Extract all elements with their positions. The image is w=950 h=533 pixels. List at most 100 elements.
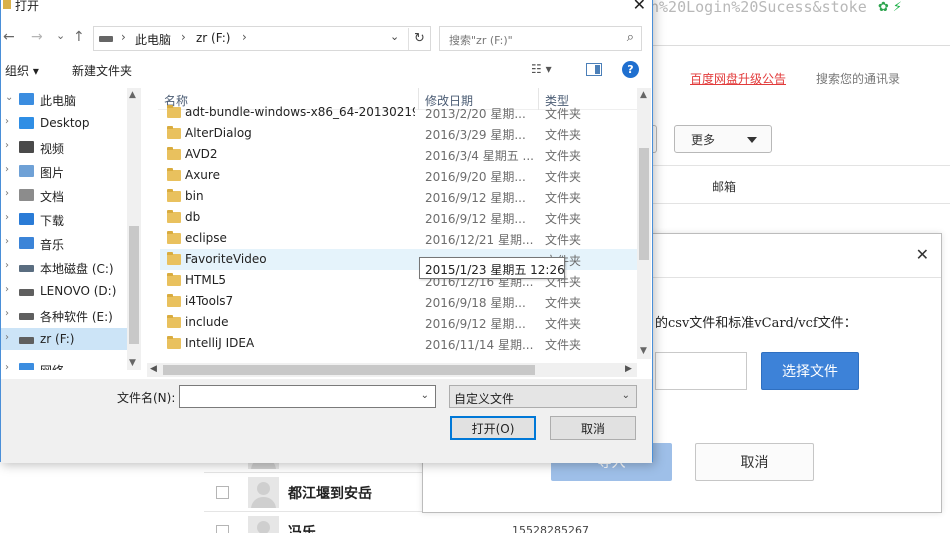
address-bar[interactable]: › 此电脑 › zr (F:) › ⌄ ↻ bbox=[93, 26, 431, 51]
expand-chevron-icon[interactable]: › bbox=[5, 164, 9, 175]
expand-chevron-icon[interactable]: › bbox=[5, 284, 9, 295]
scrollbar-thumb[interactable] bbox=[163, 365, 535, 375]
scroll-up-icon[interactable]: ▲ bbox=[129, 90, 136, 100]
expand-chevron-icon[interactable]: › bbox=[5, 236, 9, 247]
sidebar-item-drive-d[interactable]: › LENOVO (D:) bbox=[1, 280, 127, 302]
scroll-down-icon[interactable]: ▼ bbox=[129, 358, 136, 368]
dialog-titlebar[interactable]: 打开 ✕ bbox=[1, 0, 652, 15]
list-item[interactable]: IntelliJ IDEA 2016/11/14 星期... 文件夹 bbox=[160, 333, 638, 354]
sidebar-item-downloads[interactable]: › 下载 bbox=[1, 208, 127, 230]
scroll-left-icon[interactable]: ◀ bbox=[150, 364, 157, 374]
back-arrow-icon[interactable]: ← bbox=[3, 29, 15, 45]
expand-chevron-icon[interactable]: › bbox=[5, 362, 9, 370]
select-file-button[interactable]: 选择文件 bbox=[761, 352, 859, 390]
list-item[interactable]: AlterDialog 2016/3/29 星期... 文件夹 bbox=[160, 123, 638, 144]
breadcrumb-separator[interactable]: › bbox=[181, 30, 186, 44]
expand-chevron-icon[interactable]: › bbox=[5, 188, 9, 199]
scroll-up-icon[interactable]: ▲ bbox=[640, 90, 647, 100]
sidebar-item-this-pc[interactable]: ⌄ 此电脑 bbox=[1, 88, 127, 110]
scroll-right-icon[interactable]: ▶ bbox=[625, 364, 632, 374]
expand-chevron-icon[interactable]: › bbox=[5, 260, 9, 271]
breadcrumb-drive[interactable]: zr (F:) bbox=[196, 31, 230, 45]
file-list-vertical-scrollbar[interactable]: ▲ ▼ bbox=[637, 88, 651, 359]
list-item[interactable]: AVD2 2016/3/4 星期五 ... 文件夹 bbox=[160, 144, 638, 165]
file-type: 文件夹 bbox=[545, 107, 582, 121]
list-item[interactable]: db 2016/9/12 星期... 文件夹 bbox=[160, 207, 638, 228]
folder-icon bbox=[167, 147, 181, 160]
forward-arrow-icon[interactable]: → bbox=[31, 29, 43, 45]
expand-chevron-icon[interactable]: › bbox=[5, 308, 9, 319]
sidebar-item-desktop[interactable]: › Desktop bbox=[1, 112, 127, 134]
row-checkbox[interactable] bbox=[216, 525, 229, 533]
open-button[interactable]: 打开(O) bbox=[450, 416, 536, 440]
sidebar-item-pictures[interactable]: › 图片 bbox=[1, 160, 127, 182]
expand-chevron-icon[interactable]: › bbox=[5, 212, 9, 223]
file-type: 文件夹 bbox=[545, 317, 582, 331]
cancel-button[interactable]: 取消 bbox=[550, 416, 636, 440]
view-options-icon[interactable]: ☷ ▾ bbox=[531, 62, 552, 76]
breadcrumb-separator[interactable]: › bbox=[121, 30, 126, 44]
expand-chevron-icon[interactable]: › bbox=[5, 140, 9, 151]
search-icon[interactable]: ⌕ bbox=[627, 30, 634, 45]
sidebar-item-videos[interactable]: › 视频 bbox=[1, 136, 127, 158]
column-header-mail: 邮箱 bbox=[712, 180, 737, 194]
list-item[interactable]: include 2016/9/12 星期... 文件夹 bbox=[160, 312, 638, 333]
table-row[interactable]: 冯乐 15528285267 bbox=[204, 511, 624, 533]
list-item[interactable]: eclipse 2016/12/21 星期... 文件夹 bbox=[160, 228, 638, 249]
file-date: 2016/9/12 星期... bbox=[425, 191, 526, 205]
collapse-chevron-icon[interactable]: ⌄ bbox=[5, 92, 13, 103]
sidebar-item-music[interactable]: › 音乐 bbox=[1, 232, 127, 254]
url-fragment[interactable]: n%20Login%20Sucess&stoke bbox=[650, 0, 867, 16]
list-item[interactable]: adt-bundle-windows-x86_64-20130219 2013/… bbox=[160, 102, 638, 123]
expand-chevron-icon[interactable]: › bbox=[5, 332, 9, 343]
help-icon[interactable]: ? bbox=[622, 61, 639, 78]
up-arrow-icon[interactable]: ↑ bbox=[73, 29, 85, 45]
file-path-field[interactable] bbox=[655, 352, 747, 390]
sidebar-item-documents[interactable]: › 文档 bbox=[1, 184, 127, 206]
notice-link[interactable]: 百度网盘升级公告 bbox=[690, 70, 786, 87]
scroll-down-icon[interactable]: ▼ bbox=[640, 346, 647, 356]
list-item[interactable]: Axure 2016/9/20 星期... 文件夹 bbox=[160, 165, 638, 186]
folder-icon bbox=[167, 168, 181, 181]
row-checkbox[interactable] bbox=[216, 486, 229, 499]
close-icon[interactable]: ✕ bbox=[916, 245, 929, 264]
chevron-down-icon bbox=[747, 137, 757, 143]
modal-cancel-button[interactable]: 取消 bbox=[695, 443, 814, 481]
expand-chevron-icon[interactable]: › bbox=[5, 116, 9, 127]
organize-menu[interactable]: 组织 ▾ bbox=[5, 62, 39, 79]
preview-pane-icon[interactable] bbox=[586, 63, 602, 76]
browser-extension-icons[interactable]: ✿ ⚡ bbox=[878, 0, 902, 15]
file-name: IntelliJ IDEA bbox=[185, 336, 255, 350]
recent-locations-icon[interactable]: ⌄ bbox=[56, 29, 65, 42]
new-folder-button[interactable]: 新建文件夹 bbox=[72, 62, 132, 79]
file-list-horizontal-scrollbar[interactable]: ◀ ▶ bbox=[147, 363, 637, 377]
chevron-down-icon[interactable]: ⌄ bbox=[622, 390, 630, 401]
list-item[interactable]: bin 2016/9/12 星期... 文件夹 bbox=[160, 186, 638, 207]
chevron-down-icon[interactable]: ⌄ bbox=[390, 30, 399, 43]
refresh-icon[interactable]: ↻ bbox=[408, 28, 430, 50]
sidebar-item-drive-e[interactable]: › 各种软件 (E:) bbox=[1, 304, 127, 326]
file-type: 文件夹 bbox=[545, 296, 582, 310]
scrollbar-thumb[interactable] bbox=[129, 226, 139, 344]
sidebar-item-drive-f[interactable]: › zr (F:) bbox=[1, 328, 127, 350]
close-icon[interactable]: ✕ bbox=[633, 0, 646, 14]
list-item[interactable]: i4Tools7 2016/9/18 星期... 文件夹 bbox=[160, 291, 638, 312]
sidebar-item-drive-c[interactable]: › 本地磁盘 (C:) bbox=[1, 256, 127, 278]
scrollbar-thumb[interactable] bbox=[639, 148, 649, 260]
breadcrumb-separator[interactable]: › bbox=[242, 30, 247, 44]
breadcrumb-this-pc[interactable]: 此电脑 bbox=[135, 31, 171, 48]
filename-input[interactable]: ⌄ bbox=[179, 385, 436, 408]
lightning-icon[interactable]: ⚡ bbox=[893, 0, 902, 15]
folder-icon bbox=[167, 126, 181, 139]
chevron-down-icon[interactable]: ⌄ bbox=[421, 390, 429, 401]
file-name: AVD2 bbox=[185, 147, 218, 161]
extension-icon[interactable]: ✿ bbox=[878, 0, 889, 15]
more-button[interactable]: 更多 bbox=[674, 125, 772, 153]
search-contacts-link[interactable]: 搜索您的通讯录 bbox=[816, 70, 900, 87]
list-item-hovered[interactable]: FavoriteVideo 文件夹 bbox=[160, 249, 638, 270]
search-input[interactable]: 搜索"zr (F:)" ⌕ bbox=[439, 26, 642, 51]
file-type-filter[interactable]: 自定义文件 ⌄ bbox=[449, 385, 637, 408]
sidebar-item-network[interactable]: › 网络 bbox=[1, 358, 127, 370]
list-item[interactable]: HTML5 2016/12/16 星期... 文件夹 bbox=[160, 270, 638, 291]
navigation-scrollbar[interactable]: ▲ ▼ bbox=[127, 88, 141, 370]
